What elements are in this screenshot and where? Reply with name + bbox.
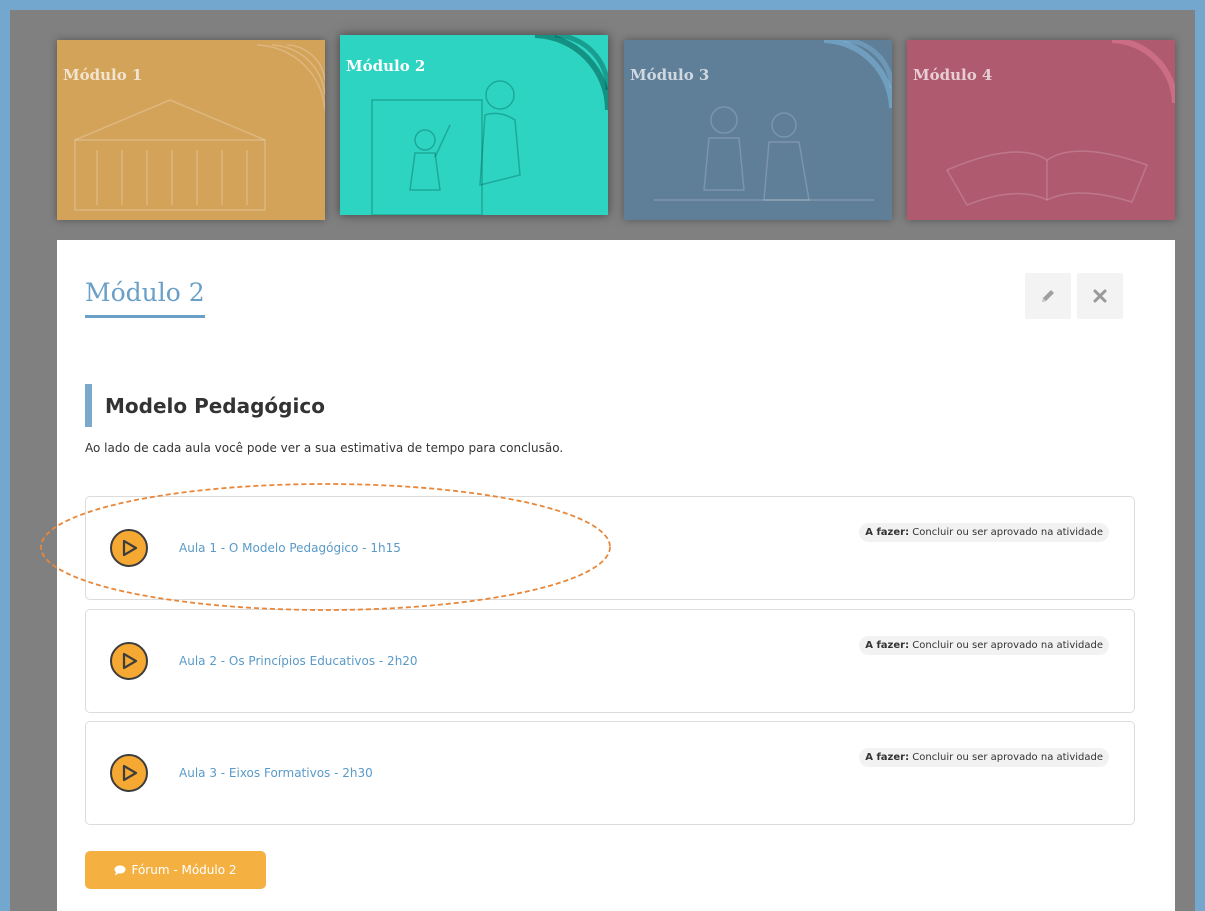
lesson-item-2: Aula 2 - Os Princípios Educativos - 2h20… [85, 609, 1135, 713]
forum-button-label: Fórum - Módulo 2 [131, 863, 237, 877]
play-icon [122, 539, 138, 557]
comment-icon [114, 865, 126, 875]
page-title: Módulo 2 [85, 278, 205, 318]
module-cards: Módulo 1 Módulo 2 Módulo 3 Módulo 4 [57, 35, 1175, 220]
play-icon [122, 764, 138, 782]
module-card-title: Módulo 3 [630, 66, 710, 84]
status-badge: A fazer: Concluir ou ser aprovado na ati… [859, 748, 1109, 767]
lesson-item-1: Aula 1 - O Modelo Pedagógico - 1h15 A fa… [85, 496, 1135, 600]
edit-button[interactable] [1025, 273, 1071, 319]
module-card-2[interactable]: Módulo 2 [340, 35, 608, 215]
module-card-title: Módulo 2 [346, 57, 426, 75]
status-badge: A fazer: Concluir ou ser aprovado na ati… [859, 636, 1109, 655]
lesson-link[interactable]: Aula 2 - Os Princípios Educativos - 2h20 [179, 654, 418, 668]
lesson-link[interactable]: Aula 3 - Eixos Formativos - 2h30 [179, 766, 373, 780]
module-card-1[interactable]: Módulo 1 [57, 40, 325, 220]
module-card-3[interactable]: Módulo 3 [624, 40, 892, 220]
module-card-title: Módulo 4 [913, 66, 993, 84]
module-card-4[interactable]: Módulo 4 [907, 40, 1175, 220]
forum-button[interactable]: Fórum - Módulo 2 [85, 851, 266, 889]
status-badge: A fazer: Concluir ou ser aprovado na ati… [859, 523, 1109, 542]
close-icon [1093, 289, 1107, 303]
close-button[interactable] [1077, 273, 1123, 319]
lesson-link[interactable]: Aula 1 - O Modelo Pedagógico - 1h15 [179, 541, 401, 555]
module-panel: Módulo 2 Modelo Pedagógico Ao lado de ca… [57, 240, 1175, 911]
lesson-item-3: Aula 3 - Eixos Formativos - 2h30 A fazer… [85, 721, 1135, 825]
play-button[interactable] [110, 529, 148, 567]
section-description: Ao lado de cada aula você pode ver a sua… [85, 441, 564, 455]
section-heading: Modelo Pedagógico [85, 384, 325, 427]
play-icon [122, 652, 138, 670]
module-card-title: Módulo 1 [63, 66, 143, 84]
play-button[interactable] [110, 754, 148, 792]
play-button[interactable] [110, 642, 148, 680]
pencil-icon [1042, 290, 1054, 302]
